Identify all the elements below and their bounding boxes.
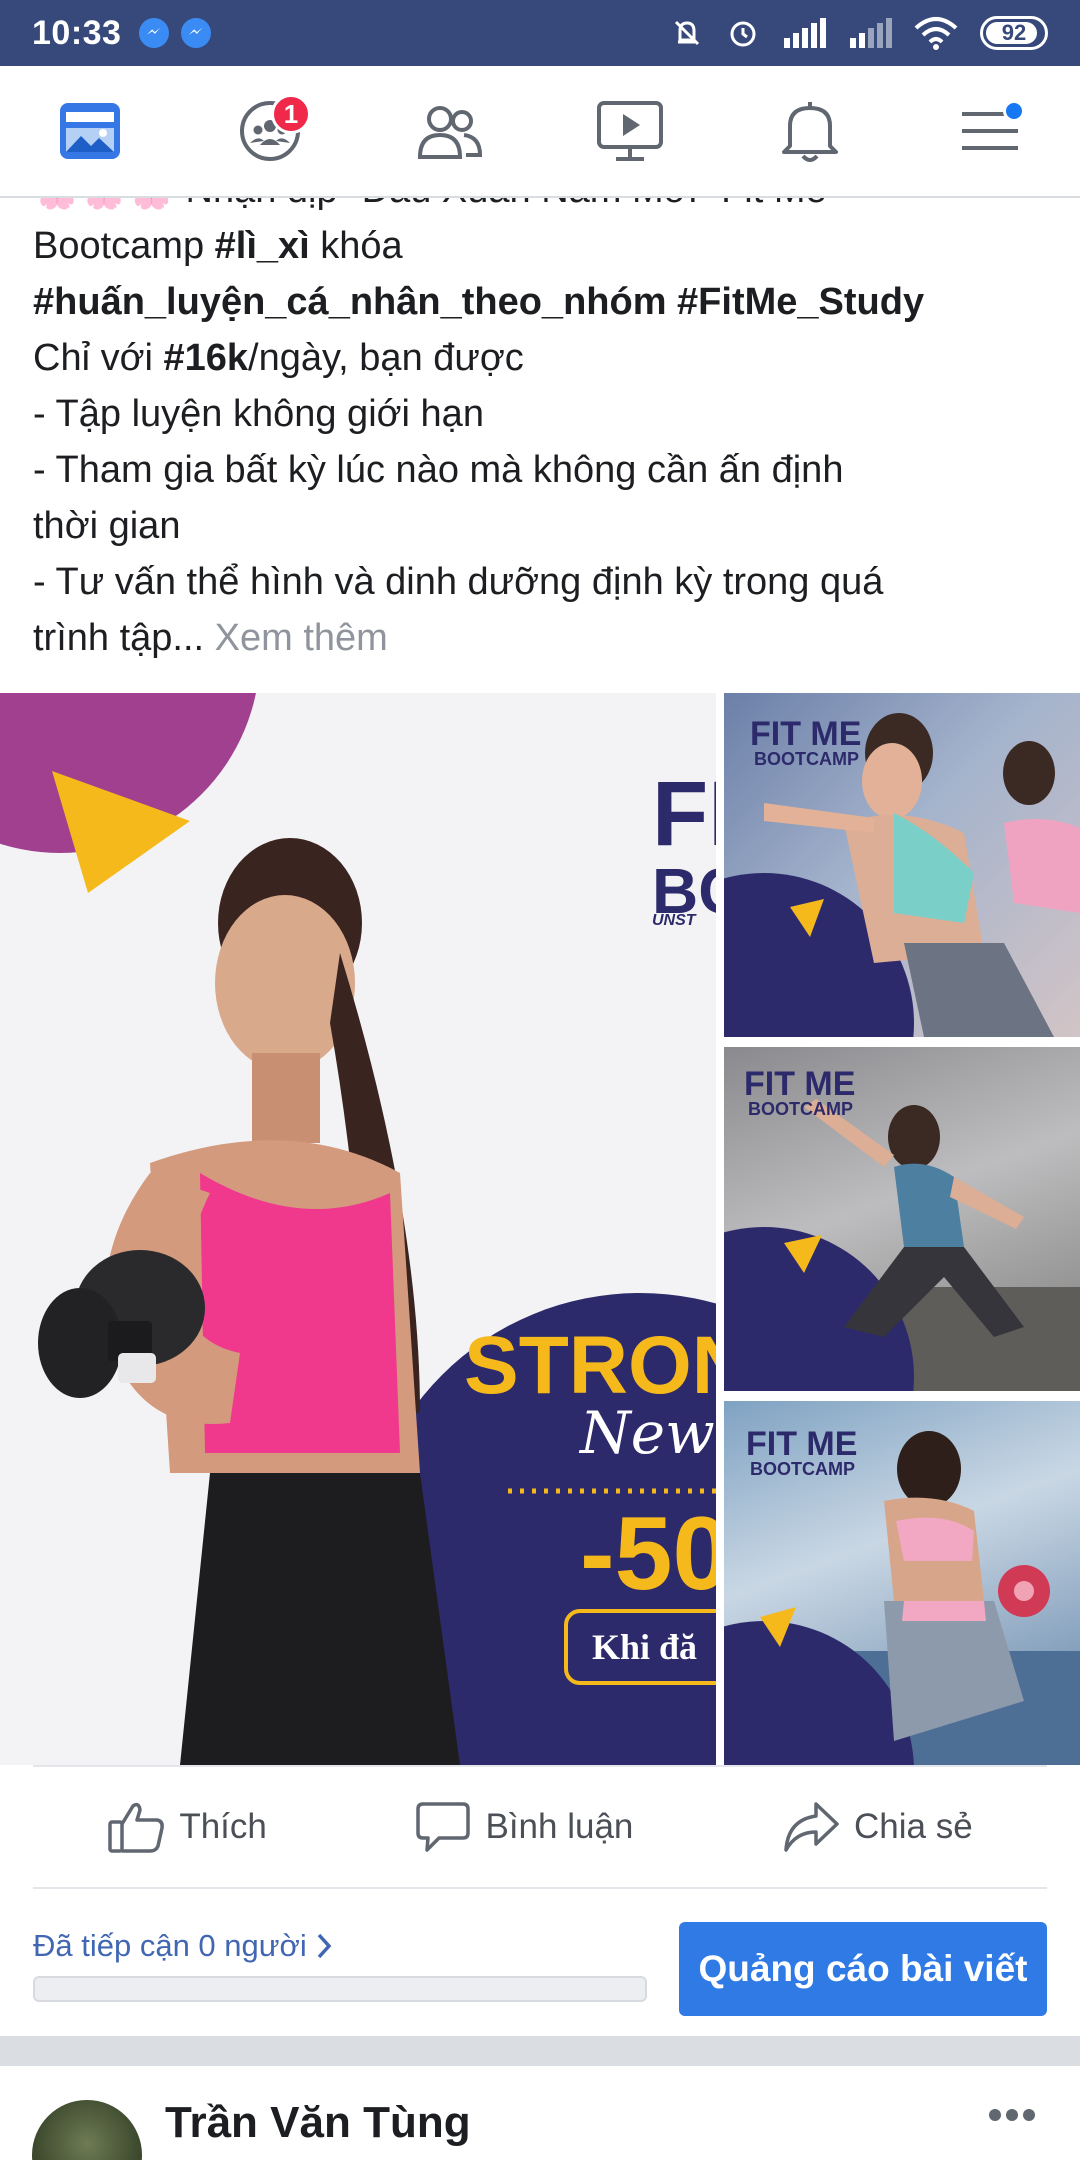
ad-discount: -50 xyxy=(580,1496,716,1612)
post-text: 🌸🌸🌸 Nhận dịp "Đầu Xuân Năm Mới" Fit Me B… xyxy=(33,198,1053,666)
nav-menu[interactable] xyxy=(945,86,1035,176)
post-author-name[interactable]: Trần Văn Tùng xyxy=(165,2098,471,2148)
post-photo-main[interactable]: FI BC UNST STRONG New -50 Khi đă xyxy=(0,693,716,1765)
ad-script-text: New xyxy=(578,1399,715,1467)
see-more-link[interactable]: Xem thêm xyxy=(204,617,388,659)
post-line: Chỉ với #16k/ngày, bạn được xyxy=(33,337,524,379)
messenger-icon xyxy=(139,18,170,48)
post-line-partial: 🌸🌸🌸 Nhận dịp "Đầu Xuân Năm Mới" Fit Me xyxy=(33,198,1053,218)
side-brand: FIT ME xyxy=(746,1425,857,1463)
alarm-icon xyxy=(730,21,756,47)
top-nav: 1 xyxy=(0,66,1080,198)
main-ad-graphic: FI BC UNST STRONG New -50 Khi đă xyxy=(0,693,716,1765)
chevron-right-icon xyxy=(317,1933,332,1959)
battery-level: 92 xyxy=(1001,20,1027,45)
bell-icon xyxy=(782,102,838,162)
comment-button[interactable]: Bình luận xyxy=(415,1800,633,1854)
reach-link[interactable]: Đã tiếp cận 0 người xyxy=(33,1928,333,1964)
hashtag[interactable]: #huấn_luyện_cá_nhân_theo_nhóm #FitMe_Stu… xyxy=(33,281,924,323)
status-time: 10:33 xyxy=(32,13,122,52)
post-photo-3[interactable]: FIT ME BOOTCAMP xyxy=(724,1047,1080,1391)
comment-label: Bình luận xyxy=(485,1807,634,1846)
post-photo-4[interactable]: FIT ME BOOTCAMP xyxy=(724,1401,1080,1765)
ad-headline: STRONG xyxy=(464,1320,716,1411)
post-line: #huấn_luyện_cá_nhân_theo_nhóm #FitMe_Stu… xyxy=(33,274,1053,330)
mute-icon xyxy=(674,20,700,46)
side-brand: FIT ME xyxy=(744,1065,855,1103)
post-actions: Thích Bình luận Chia sẻ xyxy=(33,1765,1047,1889)
share-label: Chia sẻ xyxy=(854,1807,973,1846)
side-photo-graphic: FIT ME BOOTCAMP xyxy=(724,713,1080,1037)
post-line: - Tham gia bất kỳ lúc nào mà không cần ấ… xyxy=(33,449,844,491)
reach-text: Đã tiếp cận 0 người xyxy=(33,1928,307,1963)
reach-progress-bar xyxy=(33,1976,647,2002)
nav-news-feed[interactable] xyxy=(45,86,135,176)
side-brand-sub: BOOTCAMP xyxy=(748,1099,853,1119)
side-photo-graphic: FIT ME BOOTCAMP xyxy=(724,1065,1080,1391)
side-photo-graphic: FIT ME BOOTCAMP xyxy=(724,1425,1080,1765)
share-button[interactable]: Chia sẻ xyxy=(782,1800,973,1854)
comment-icon xyxy=(416,1802,471,1852)
ad-pill-text: Khi đă xyxy=(592,1627,697,1667)
side-brand-sub: BOOTCAMP xyxy=(750,1459,855,1479)
wifi-icon xyxy=(914,17,958,50)
like-button[interactable]: Thích xyxy=(107,1800,267,1854)
post-line: trình tập... Xem thêm xyxy=(33,617,388,659)
avatar[interactable] xyxy=(32,2100,142,2160)
news-feed-icon xyxy=(60,103,120,159)
side-brand-sub: BOOTCAMP xyxy=(754,749,859,769)
status-bar: 10:33 92 xyxy=(0,0,1080,66)
messenger-icon-2 xyxy=(181,18,212,48)
menu-notification-dot xyxy=(1003,100,1025,122)
nav-notifications[interactable] xyxy=(765,86,855,176)
brand-logo-text: FI xyxy=(652,763,716,865)
brand-tagline: UNST xyxy=(652,912,697,929)
feed-separator xyxy=(0,2036,1080,2066)
more-options-icon[interactable] xyxy=(988,2108,1036,2122)
nav-groups[interactable]: 1 xyxy=(225,86,315,176)
post-line: - Tập luyện không giới hạn xyxy=(33,393,484,435)
share-icon xyxy=(784,1802,839,1852)
side-brand: FIT ME xyxy=(750,715,861,753)
friends-icon xyxy=(417,106,483,159)
thumbs-up-icon xyxy=(108,1802,165,1853)
post-photo-2[interactable]: FIT ME BOOTCAMP xyxy=(724,693,1080,1037)
signal-icon-2 xyxy=(850,18,892,48)
nav-watch[interactable] xyxy=(585,86,675,176)
groups-badge: 1 xyxy=(271,94,311,134)
promote-post-button[interactable]: Quảng cáo bài viết xyxy=(679,1922,1047,2016)
signal-icon xyxy=(784,18,826,48)
next-post-header: Trần Văn Tùng xyxy=(0,2066,1080,2160)
nav-friends[interactable] xyxy=(405,86,495,176)
hashtag[interactable]: #lì_xì xyxy=(215,225,310,267)
post-line: Bootcamp #lì_xì khóa xyxy=(33,225,403,267)
video-icon xyxy=(597,101,663,161)
hashtag[interactable]: #16k xyxy=(164,337,249,379)
post-line: thời gian xyxy=(33,505,181,547)
post-line: - Tư vấn thể hình và dinh dưỡng định kỳ … xyxy=(33,561,884,603)
post-photo-grid: FI BC UNST STRONG New -50 Khi đă xyxy=(0,693,1080,1765)
battery-indicator: 92 xyxy=(980,16,1048,50)
screen: 10:33 92 1 Bootcamp #lì_xì khóa #huấn_lu… xyxy=(0,0,1080,2160)
like-label: Thích xyxy=(179,1807,267,1846)
